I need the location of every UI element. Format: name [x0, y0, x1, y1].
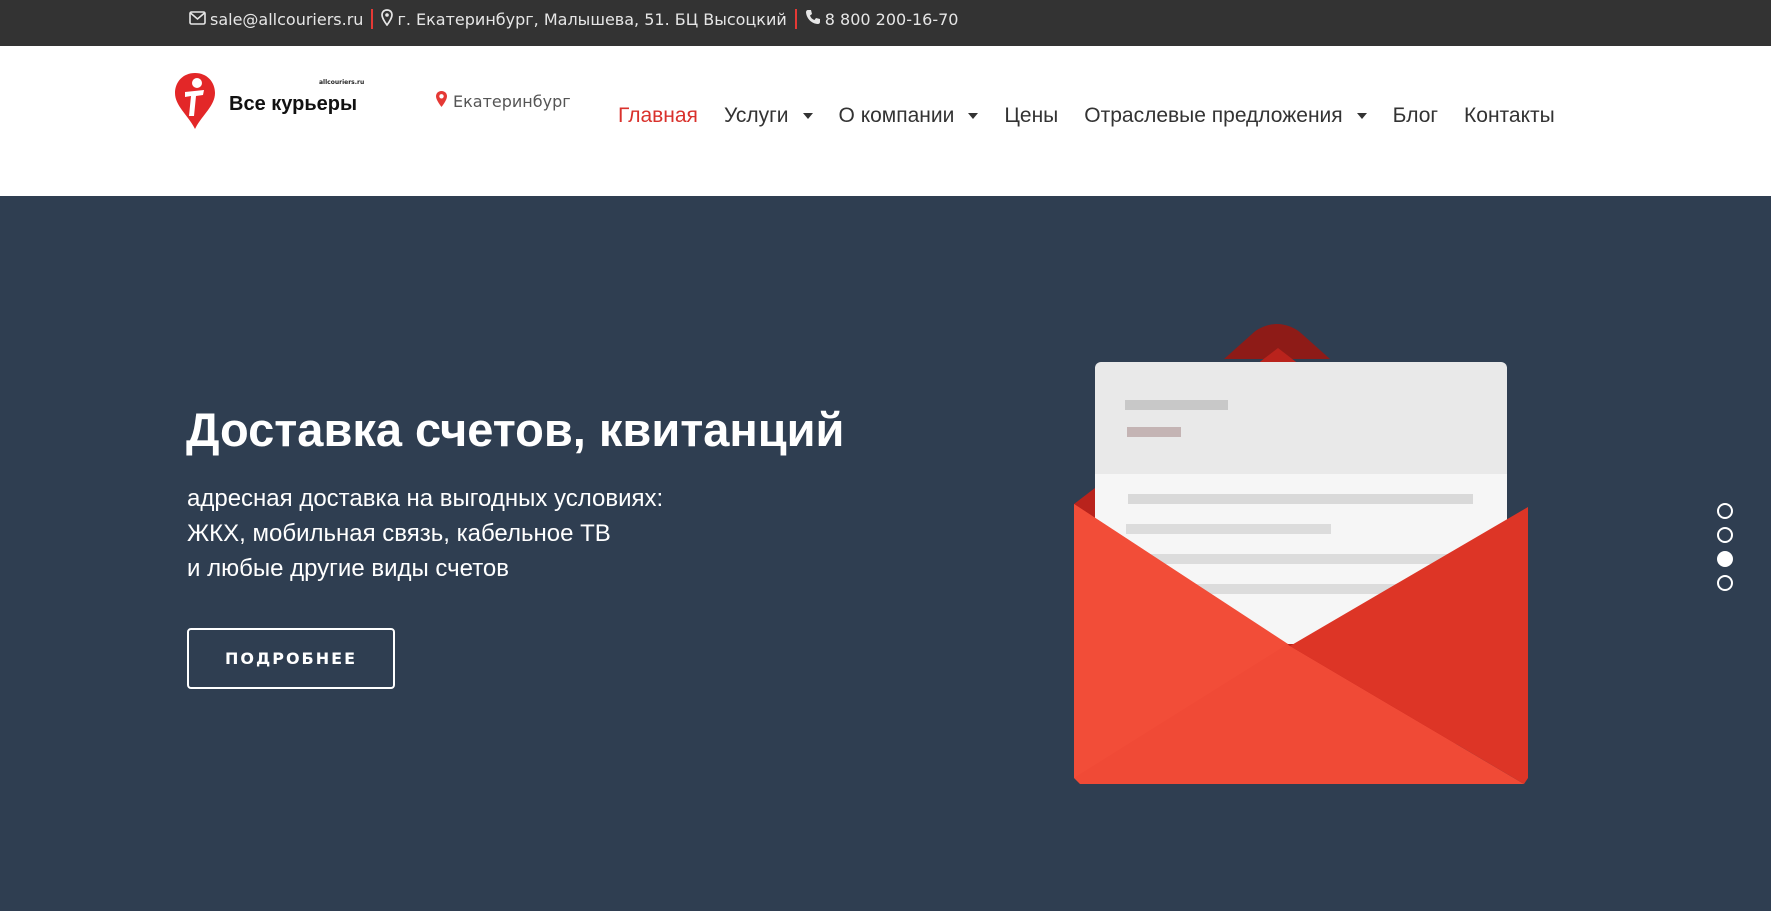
nav-item-home[interactable]: Главная [618, 104, 698, 128]
logo-icon [175, 73, 215, 129]
hero-title: Доставка счетов, квитанций [186, 403, 845, 456]
nav-item-label: О компании [838, 104, 955, 127]
main-nav: Главная Услуги О компании Цены Отраслевы… [618, 96, 1581, 136]
contact-email[interactable]: sale@allcouriers.ru [189, 10, 363, 29]
nav-item-industry-offers[interactable]: Отраслевые предложения [1084, 104, 1367, 128]
envelope-illustration [1074, 324, 1528, 784]
hero-subtitle-line: ЖКХ, мобильная связь, кабельное ТВ [187, 520, 611, 547]
nav-item-contacts[interactable]: Контакты [1464, 104, 1555, 128]
contact-phone-text: 8 800 200-16-70 [824, 9, 959, 29]
slider-dot[interactable] [1717, 503, 1733, 519]
divider [371, 9, 374, 29]
hero-subtitle-line: адресная доставка на выгодных условиях: [187, 485, 664, 512]
logo-text: Все курьеры [229, 93, 358, 115]
logo-domain: allcouriers.ru [319, 79, 365, 86]
city-selector[interactable]: Екатеринбург [435, 90, 571, 112]
caret-down-icon [802, 113, 813, 119]
site-header: allcouriers.ru Все курьеры Екатеринбург … [0, 46, 1771, 196]
contact-phone[interactable]: 8 800 200-16-70 [805, 9, 959, 29]
logo[interactable]: allcouriers.ru Все курьеры [173, 70, 373, 130]
nav-item-label: Услуги [723, 104, 789, 127]
caret-down-icon [1356, 113, 1367, 119]
hero-subtitle: адресная доставка на выгодных условиях: … [187, 481, 663, 586]
contact-address: г. Екатеринбург, Малышева, 51. БЦ Высоцк… [381, 8, 787, 30]
more-button[interactable]: ПОДРОБНЕЕ [187, 628, 395, 689]
top-bar: sale@allcouriers.ru г. Екатеринбург, Мал… [0, 0, 1771, 46]
phone-icon [805, 9, 821, 29]
divider [794, 9, 797, 29]
nav-item-prices[interactable]: Цены [1004, 104, 1058, 128]
slider-dot-active[interactable] [1717, 551, 1733, 567]
top-bar-contacts: sale@allcouriers.ru г. Екатеринбург, Мал… [189, 0, 958, 38]
envelope-icon [189, 10, 206, 29]
slider-pagination [1717, 503, 1739, 599]
nav-item-blog[interactable]: Блог [1393, 104, 1438, 128]
contact-address-text: г. Екатеринбург, Малышева, 51. БЦ Высоцк… [397, 9, 787, 29]
hero-subtitle-line: и любые другие виды счетов [187, 555, 510, 582]
hero-slider: Доставка счетов, квитанций адресная дост… [0, 196, 1771, 911]
nav-item-label: Блог [1392, 104, 1439, 127]
nav-item-services[interactable]: Услуги [724, 104, 813, 128]
page-bottom [0, 911, 1771, 923]
contact-email-text: sale@allcouriers.ru [210, 9, 364, 29]
map-marker-icon [381, 8, 394, 30]
nav-item-label: Цены [1004, 104, 1059, 127]
slider-dot[interactable] [1717, 575, 1733, 591]
nav-item-label: Контакты [1464, 104, 1555, 127]
caret-down-icon [968, 113, 979, 119]
nav-item-about[interactable]: О компании [839, 104, 979, 128]
city-label: Екатеринбург [453, 91, 571, 111]
map-marker-icon [435, 90, 448, 112]
nav-item-label: Главная [618, 104, 698, 127]
nav-item-label: Отраслевые предложения [1084, 104, 1343, 127]
slider-dot[interactable] [1717, 527, 1733, 543]
